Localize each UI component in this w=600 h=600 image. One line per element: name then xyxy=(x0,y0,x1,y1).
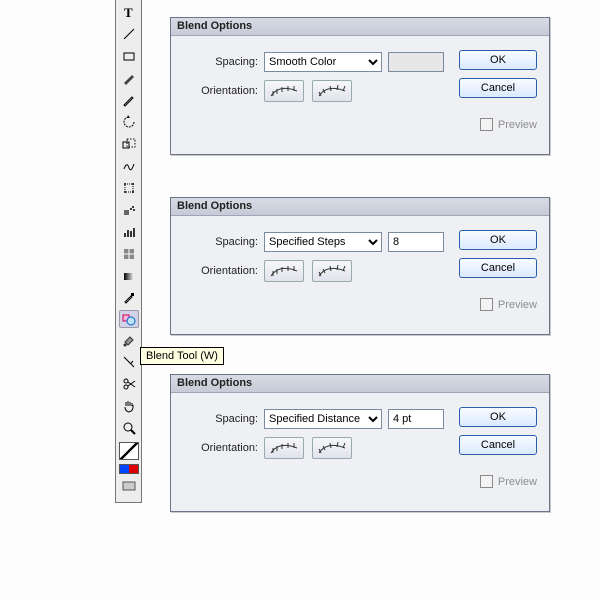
color-mode-swatch[interactable] xyxy=(119,464,139,474)
pencil-tool-icon[interactable] xyxy=(118,90,140,110)
blend-options-dialog-3: Blend Options Spacing: Smooth Color Spec… xyxy=(170,374,550,512)
toolbox: T xyxy=(115,0,142,503)
svg-text:T: T xyxy=(124,5,133,19)
ok-button[interactable]: OK xyxy=(459,230,537,250)
symbol-sprayer-tool-icon[interactable] xyxy=(118,200,140,220)
scale-tool-icon[interactable] xyxy=(118,134,140,154)
dialog-title: Blend Options xyxy=(171,375,549,393)
spacing-label: Spacing: xyxy=(186,236,258,248)
spacing-value-input xyxy=(388,52,444,72)
spacing-value-input[interactable] xyxy=(388,232,444,252)
spacing-select[interactable]: Smooth Color Specified Steps Specified D… xyxy=(264,52,382,72)
paintbrush-tool-icon[interactable] xyxy=(118,68,140,88)
spacing-label: Spacing: xyxy=(186,56,258,68)
zoom-tool-icon[interactable] xyxy=(118,418,140,438)
gradient-tool-icon[interactable] xyxy=(118,266,140,286)
scissors-tool-icon[interactable] xyxy=(118,374,140,394)
orientation-label: Orientation: xyxy=(186,85,258,97)
preview-label: Preview xyxy=(498,119,537,131)
graph-tool-icon[interactable] xyxy=(118,222,140,242)
orientation-label: Orientation: xyxy=(186,265,258,277)
spacing-select[interactable]: Smooth Color Specified Steps Specified D… xyxy=(264,232,382,252)
slice-tool-icon[interactable] xyxy=(118,352,140,372)
cancel-button[interactable]: Cancel xyxy=(459,258,537,278)
spacing-label: Spacing: xyxy=(186,413,258,425)
type-tool-icon[interactable]: T xyxy=(118,2,140,22)
orientation-align-page-icon[interactable] xyxy=(264,80,304,102)
blend-options-dialog-1: Blend Options Spacing: Smooth Color Spec… xyxy=(170,17,550,155)
preview-label: Preview xyxy=(498,299,537,311)
hand-tool-icon[interactable] xyxy=(118,396,140,416)
dialog-title: Blend Options xyxy=(171,18,549,36)
orientation-align-page-icon[interactable] xyxy=(264,437,304,459)
blend-tool-icon[interactable] xyxy=(119,310,139,328)
dialog-title: Blend Options xyxy=(171,198,549,216)
warp-tool-icon[interactable] xyxy=(118,156,140,176)
orientation-align-path-icon[interactable] xyxy=(312,260,352,282)
line-tool-icon[interactable] xyxy=(118,24,140,44)
rotate-tool-icon[interactable] xyxy=(118,112,140,132)
mesh-tool-icon[interactable] xyxy=(118,244,140,264)
preview-checkbox[interactable] xyxy=(480,118,493,131)
rectangle-tool-icon[interactable] xyxy=(118,46,140,66)
spacing-value-input[interactable] xyxy=(388,409,444,429)
tooltip: Blend Tool (W) xyxy=(140,347,224,365)
ok-button[interactable]: OK xyxy=(459,50,537,70)
orientation-align-path-icon[interactable] xyxy=(312,80,352,102)
preview-checkbox[interactable] xyxy=(480,475,493,488)
blend-options-dialog-2: Blend Options Spacing: Smooth Color Spec… xyxy=(170,197,550,335)
preview-checkbox[interactable] xyxy=(480,298,493,311)
orientation-align-page-icon[interactable] xyxy=(264,260,304,282)
fill-stroke-swatch[interactable] xyxy=(119,442,139,460)
orientation-label: Orientation: xyxy=(186,442,258,454)
live-paint-tool-icon[interactable] xyxy=(118,330,140,350)
ok-button[interactable]: OK xyxy=(459,407,537,427)
preview-label: Preview xyxy=(498,476,537,488)
spacing-select[interactable]: Smooth Color Specified Steps Specified D… xyxy=(264,409,382,429)
free-transform-tool-icon[interactable] xyxy=(118,178,140,198)
cancel-button[interactable]: Cancel xyxy=(459,435,537,455)
eyedropper-tool-icon[interactable] xyxy=(118,288,140,308)
orientation-align-path-icon[interactable] xyxy=(312,437,352,459)
screen-mode-icon[interactable] xyxy=(118,476,140,496)
cancel-button[interactable]: Cancel xyxy=(459,78,537,98)
